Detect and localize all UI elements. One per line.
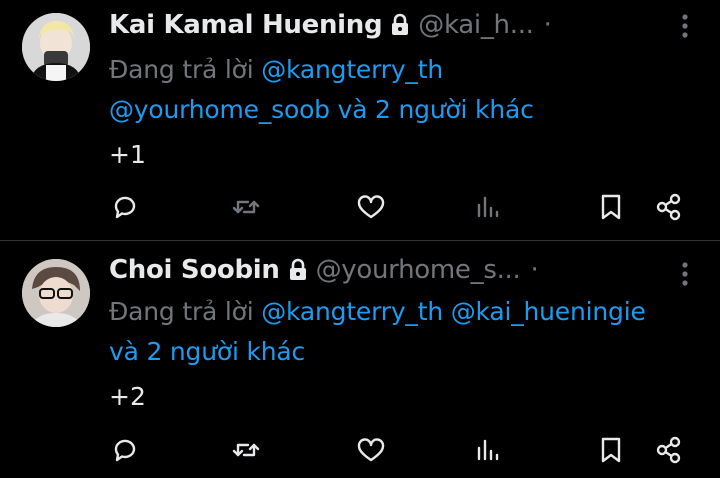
mention-link[interactable]: @kangterry_th [261, 297, 443, 326]
share-icon[interactable] [654, 435, 684, 465]
tweet[interactable]: Choi Soobin @yourhome_s... · Đang trả lờ… [0, 242, 720, 478]
like-icon[interactable] [356, 435, 386, 465]
retweet-icon[interactable] [231, 435, 261, 465]
views-icon[interactable] [472, 435, 502, 465]
action-bar [0, 429, 720, 469]
handle[interactable]: @yourhome_s... [316, 255, 521, 285]
reply-prefix: Đang trả lời [109, 297, 254, 326]
avatar[interactable] [22, 259, 90, 327]
avatar[interactable] [22, 13, 90, 81]
reply-icon[interactable] [110, 192, 140, 222]
separator-dot: · [543, 10, 552, 40]
more-options-icon[interactable] [680, 12, 690, 40]
retweet-icon[interactable] [231, 192, 261, 222]
lock-icon [288, 258, 308, 282]
divider [0, 240, 720, 241]
handle[interactable]: @kai_h... [418, 10, 534, 40]
replying-to: Đang trả lời @kangterry_th @yourhome_soo… [109, 50, 709, 130]
lock-icon [390, 13, 410, 37]
tweet-text: +1 [109, 140, 146, 169]
others-link[interactable]: và 2 người khác [109, 337, 305, 366]
reply-icon[interactable] [110, 435, 140, 465]
replying-to: Đang trả lời @kangterry_th @kai_hueningi… [109, 292, 709, 372]
action-bar [0, 186, 720, 226]
mention-link[interactable]: @kai_hueningie [451, 297, 646, 326]
bookmark-icon[interactable] [596, 192, 626, 222]
share-icon[interactable] [654, 192, 684, 222]
tweet[interactable]: Kai Kamal Huening @kai_h... · Đang trả l… [0, 0, 720, 240]
others-link[interactable]: và 2 người khác [338, 95, 534, 124]
mention-link[interactable]: @kangterry_th [261, 55, 443, 84]
tweet-text: +2 [109, 382, 146, 411]
reply-prefix: Đang trả lời [109, 55, 254, 84]
views-icon[interactable] [472, 192, 502, 222]
tweet-header: Choi Soobin @yourhome_s... · [109, 252, 539, 288]
like-icon[interactable] [356, 192, 386, 222]
bookmark-icon[interactable] [596, 435, 626, 465]
tweet-header: Kai Kamal Huening @kai_h... · [109, 7, 552, 43]
mention-link[interactable]: @yourhome_soob [109, 95, 330, 124]
more-options-icon[interactable] [680, 260, 690, 288]
display-name[interactable]: Choi Soobin [109, 255, 280, 285]
separator-dot: · [530, 255, 539, 285]
display-name[interactable]: Kai Kamal Huening [109, 10, 383, 40]
